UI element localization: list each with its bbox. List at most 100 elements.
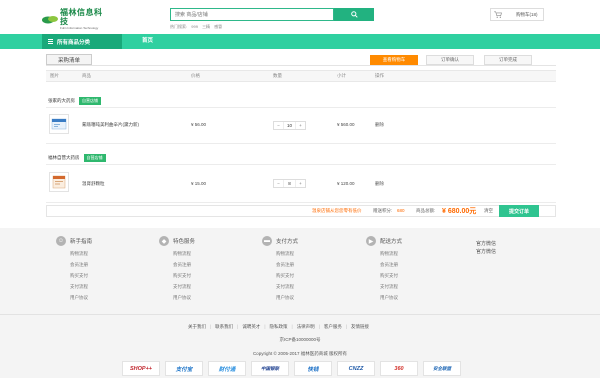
step-confirm-order: 订单确认: [426, 55, 474, 65]
footer-link[interactable]: 支付流程: [173, 284, 191, 290]
logo-text-en: Fulin Information Technology: [60, 26, 99, 30]
tag-icon: ◆: [159, 236, 169, 246]
footer-link[interactable]: 支付流程: [380, 284, 398, 290]
store-tag: 自营店铺: [83, 154, 106, 162]
truck-icon: ▶: [366, 236, 376, 246]
footer-link[interactable]: 购物流程: [173, 251, 191, 257]
footer-link[interactable]: 购买支付: [173, 273, 191, 279]
nav-home-link[interactable]: 首页: [136, 34, 159, 49]
kuaiqian-badge[interactable]: 快钱: [294, 361, 332, 376]
footer-col-title: 特色服务: [173, 239, 196, 245]
footer-link[interactable]: 用户协议: [173, 295, 191, 301]
footer-jobs-link[interactable]: 诚聘英才: [242, 324, 260, 330]
footer-col-title: 支付方式: [276, 239, 299, 245]
logo-text-cn: 福林信息科技: [60, 8, 103, 26]
submit-order-button[interactable]: 提交订单: [499, 205, 539, 217]
footer-contact-link[interactable]: 联系我们: [215, 324, 233, 330]
footer-link[interactable]: 会员注册: [276, 262, 294, 268]
search-button[interactable]: [334, 8, 374, 21]
cart-label: 购物车(18): [516, 11, 538, 17]
cnzz-badge[interactable]: CNZZ: [337, 361, 375, 376]
footer-col-head: ▶ 配送方式: [366, 236, 402, 246]
footer-links: 关于我们 | 联系我们 | 诚聘英才 | 隐私政策 | 法律声明 | 客户服务 | 友情链接: [188, 324, 370, 330]
footer-col-title: 配送方式: [380, 239, 403, 245]
increase-button[interactable]: +: [296, 123, 305, 128]
delete-button[interactable]: 删除: [375, 181, 384, 187]
col-product: 商品: [82, 73, 91, 78]
unionpay-badge[interactable]: 中国银联: [251, 361, 289, 376]
quantity-value[interactable]: 8: [283, 180, 296, 187]
footer-privacy-link[interactable]: 隐私政策: [270, 324, 288, 330]
store-tag: 自营店铺: [79, 97, 101, 105]
product-price: ¥ 15.00: [191, 181, 207, 186]
search-icon: [350, 11, 358, 18]
clear-cart-button[interactable]: 清空: [484, 208, 493, 214]
hot-search: 热门搜索: 999 三精 感冒: [170, 24, 225, 30]
quantity-stepper: − 10 +: [273, 121, 306, 130]
store-name[interactable]: 张家的大药房: [48, 98, 75, 104]
alipay-badge[interactable]: 支付宝: [165, 361, 203, 376]
product-name[interactable]: 氟哌噻吨美利曲辛片(黛力新): [82, 122, 139, 128]
footer-link[interactable]: 用户协议: [70, 295, 88, 301]
increase-button[interactable]: +: [296, 181, 305, 186]
step-order-complete: 订单完成: [484, 55, 532, 65]
tenpay-badge[interactable]: 财付通: [208, 361, 246, 376]
footer-link[interactable]: 会员注册: [70, 262, 88, 268]
shopxx-badge[interactable]: SHOP++: [122, 361, 160, 376]
hot-search-label: 热门搜索:: [170, 24, 188, 29]
divider: [0, 314, 600, 315]
col-action: 操作: [375, 73, 384, 78]
col-quantity: 数量: [273, 73, 282, 78]
product-name[interactable]: 温肾舒颗粒: [82, 181, 105, 187]
search-box: [170, 8, 334, 21]
divider: [46, 65, 556, 66]
search-input[interactable]: [171, 9, 333, 20]
points-value: 680: [397, 208, 405, 213]
quantity-stepper: − 8 +: [273, 179, 306, 188]
footer-link[interactable]: 会员注册: [173, 262, 191, 268]
delete-button[interactable]: 删除: [375, 122, 384, 128]
footer-link[interactable]: 购物流程: [276, 251, 294, 257]
footer-legal-link[interactable]: 法律声明: [297, 324, 315, 330]
quantity-value[interactable]: 10: [283, 122, 296, 129]
footer-friends-link[interactable]: 友情链接: [351, 324, 369, 330]
footer-service-link[interactable]: 客户服务: [324, 324, 342, 330]
product-subtotal: ¥ 560.00: [337, 122, 355, 127]
footer-link[interactable]: 支付流程: [70, 284, 88, 290]
site-logo[interactable]: 福林信息科技 Fulin Information Technology: [42, 8, 110, 30]
footer-link[interactable]: 购买支付: [276, 273, 294, 279]
footer-link[interactable]: 购物流程: [70, 251, 88, 257]
store-name[interactable]: 福林自营大药房: [48, 155, 80, 161]
footer-link[interactable]: 购买支付: [380, 273, 398, 279]
copyright: Copyright © 2005-2017 福林医药商城 版权所有: [252, 351, 348, 356]
cart-button[interactable]: 购物车(18): [490, 8, 544, 21]
footer-col-head: ☺ 新手指南: [56, 236, 92, 246]
product-image[interactable]: [49, 114, 69, 134]
anquan-badge[interactable]: 安全联盟: [423, 361, 461, 376]
product-box-image: [52, 175, 66, 189]
footer-link[interactable]: 购买支付: [70, 273, 88, 279]
footer-col-head: ◆ 特色服务: [159, 236, 195, 246]
footer-link[interactable]: 购物流程: [380, 251, 398, 257]
footer-link[interactable]: 用户协议: [276, 295, 294, 301]
cart-table-header: [46, 70, 556, 82]
decrease-button[interactable]: −: [274, 123, 283, 128]
all-categories-button[interactable]: 所有商品分类: [42, 34, 122, 49]
decrease-button[interactable]: −: [274, 181, 283, 186]
wechat-label: 官方微信: [476, 249, 497, 255]
footer-link[interactable]: 用户协议: [380, 295, 398, 301]
footer-link[interactable]: 支付流程: [276, 284, 294, 290]
product-image[interactable]: [49, 172, 69, 192]
footer-col-title: 新手指南: [70, 239, 93, 245]
menu-icon: [48, 38, 53, 45]
store-header: 张家的大药房 自营店铺: [48, 97, 101, 105]
hot-search-term[interactable]: 三精: [202, 24, 210, 29]
wechat-label: 官方微信: [476, 241, 497, 247]
cart-summary: [46, 205, 556, 217]
footer-link[interactable]: 会员注册: [380, 262, 398, 268]
footer-about-link[interactable]: 关于我们: [188, 324, 206, 330]
hot-search-term[interactable]: 999: [191, 24, 198, 29]
wallet-icon: ▬: [262, 236, 272, 246]
hot-search-term[interactable]: 感冒: [214, 24, 222, 29]
360-badge[interactable]: 360: [380, 361, 418, 376]
